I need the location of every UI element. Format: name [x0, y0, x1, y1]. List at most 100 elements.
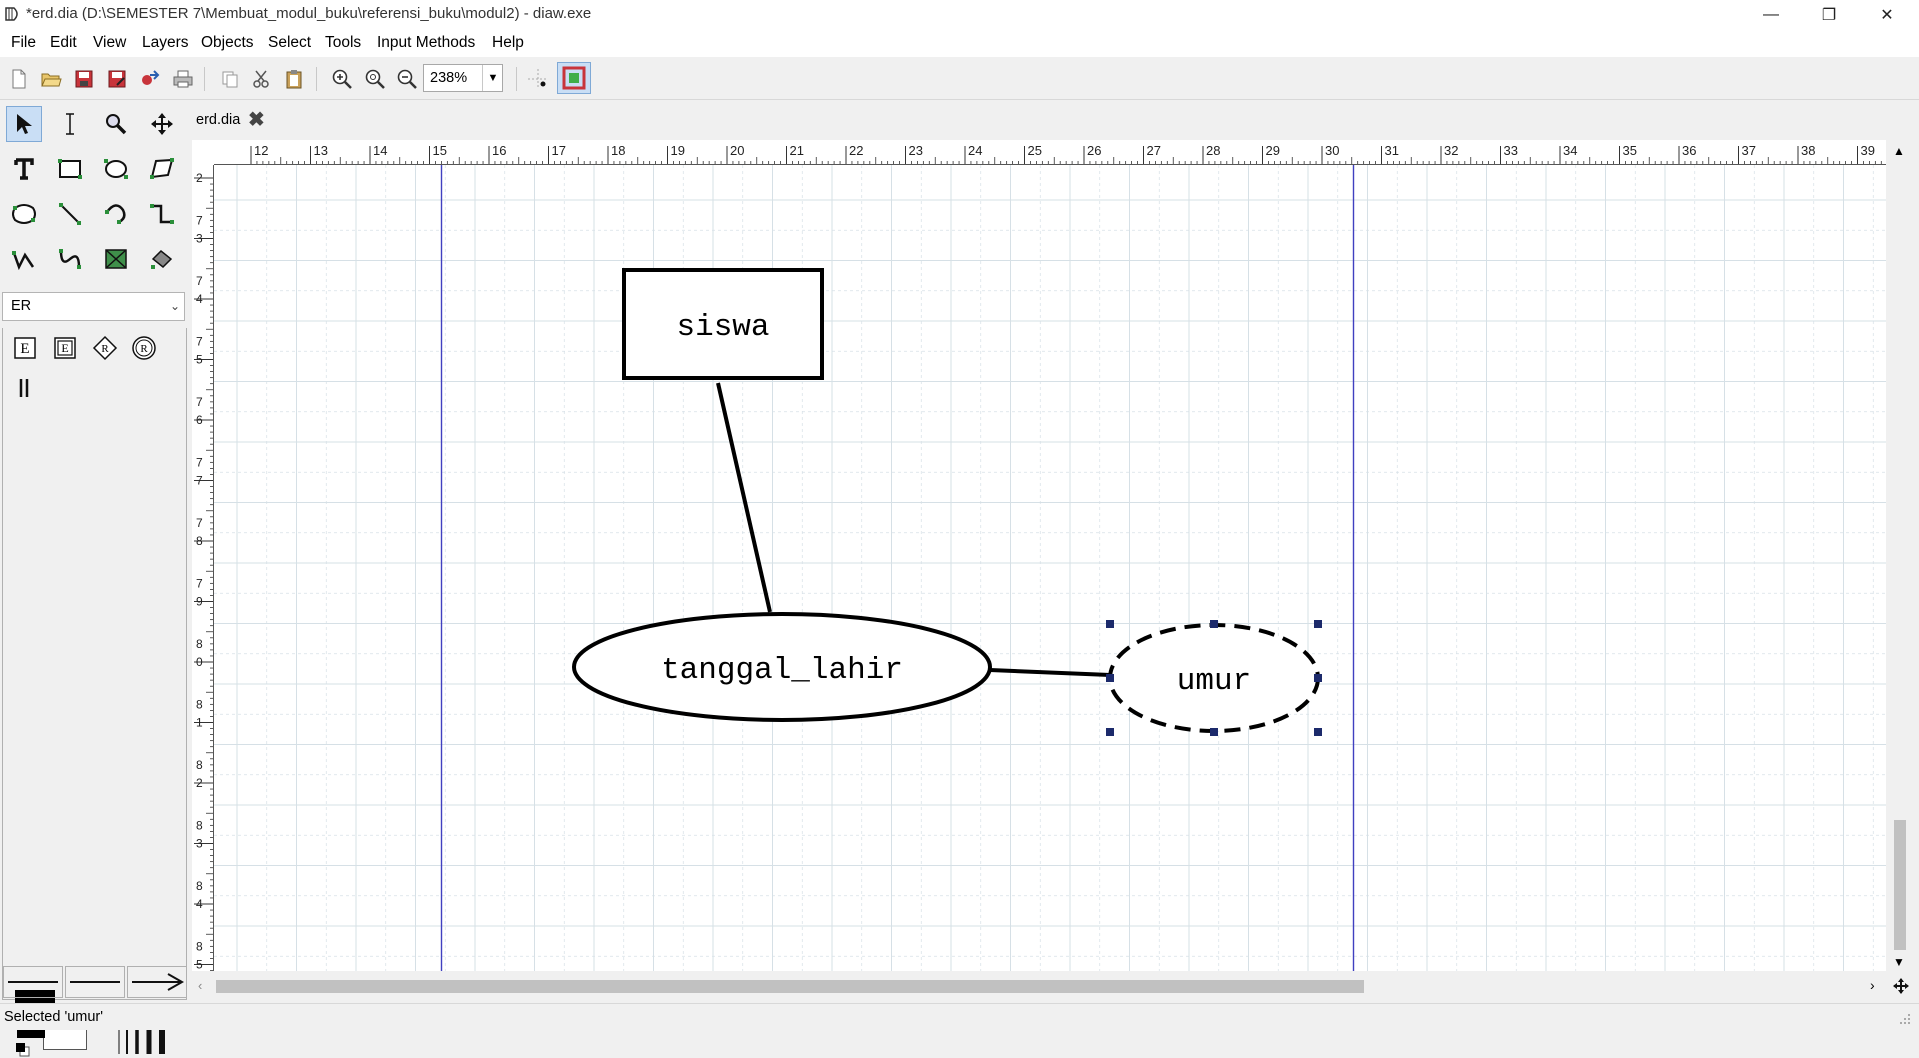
save-button[interactable] [71, 66, 97, 92]
title-bar: *erd.dia (D:\SEMESTER 7\Membuat_modul_bu… [0, 0, 1919, 30]
polygon-tool[interactable] [144, 151, 180, 187]
magnify-tool[interactable] [98, 106, 134, 142]
image-tool[interactable] [98, 241, 134, 277]
close-tab-icon[interactable]: ✖ [248, 107, 265, 132]
horizontal-scrollbar[interactable]: ‹ › [192, 976, 1886, 996]
open-button[interactable] [38, 66, 64, 92]
diagram-canvas[interactable]: siswa tanggal_lahir umur [214, 165, 1886, 971]
start-arrow-selector[interactable] [3, 966, 63, 998]
zigzag-line-tool[interactable] [144, 196, 180, 232]
ruler-label: 9 [196, 595, 203, 609]
window-title: *erd.dia (D:\SEMESTER 7\Membuat_modul_bu… [26, 5, 592, 22]
menu-help[interactable]: Help [492, 34, 524, 52]
dia-app-icon [5, 7, 18, 21]
connection-line[interactable] [989, 668, 1111, 677]
ruler-label: 20 [730, 143, 744, 158]
new-button[interactable] [6, 66, 32, 92]
ruler-label: 19 [671, 143, 685, 158]
ruler-label: 8 [196, 698, 203, 712]
zoom-fit-button[interactable] [362, 66, 388, 92]
zoom-fit-icon [365, 69, 385, 89]
horizontal-scroll-thumb[interactable] [216, 980, 1364, 993]
ruler-label: 8 [196, 819, 203, 833]
menu-tools[interactable]: Tools [325, 34, 361, 52]
bezier-line-tool[interactable] [52, 241, 88, 277]
text-tool[interactable] [6, 151, 42, 187]
entity-siswa[interactable]: siswa [622, 268, 824, 380]
er-weak-entity-letter: E [61, 341, 68, 355]
menu-edit[interactable]: Edit [50, 34, 77, 52]
snap-to-grid-icon [528, 69, 548, 89]
beziergon-tool[interactable] [6, 196, 42, 232]
ruler-label: 23 [909, 143, 923, 158]
status-bar: Selected 'umur' [0, 1003, 1919, 1030]
er-relationship-button[interactable]: R [89, 332, 121, 364]
vertical-scrollbar[interactable]: ▲ ▼ [1888, 140, 1910, 971]
arc-tool[interactable] [98, 196, 134, 232]
polyline-icon [12, 251, 35, 271]
outline-tool[interactable] [144, 241, 180, 277]
ruler-label: 4 [196, 897, 203, 911]
er-weak-entity-button[interactable]: E [49, 332, 81, 364]
print-button[interactable] [170, 66, 196, 92]
line-style-selector[interactable] [65, 966, 125, 998]
er-participation-button[interactable] [9, 372, 41, 404]
maximize-button[interactable]: ❐ [1800, 0, 1858, 30]
menu-select[interactable]: Select [268, 34, 311, 52]
paste-button[interactable] [281, 66, 307, 92]
scroll-right-icon[interactable]: › [1870, 977, 1875, 993]
text-edit-tool[interactable] [52, 106, 88, 142]
derived-attribute-umur[interactable]: umur [1106, 620, 1322, 736]
chevron-down-icon[interactable]: ▼ [482, 65, 503, 91]
menu-layers[interactable]: Layers [142, 34, 189, 52]
derived-attribute-label: umur [1177, 664, 1251, 699]
chevron-down-icon[interactable]: ⌄ [170, 299, 180, 313]
box-tool[interactable] [52, 151, 88, 187]
ruler-label: 3 [196, 837, 203, 851]
resize-grip-icon[interactable] [1898, 1012, 1912, 1026]
ruler-label: 33 [1504, 143, 1518, 158]
minimize-button[interactable]: — [1742, 0, 1800, 30]
cut-button[interactable] [248, 66, 274, 92]
line-tool[interactable] [52, 196, 88, 232]
er-attribute-button[interactable]: R [128, 332, 160, 364]
zoom-combo[interactable]: 238% ▼ [423, 64, 503, 92]
er-entity-button[interactable]: E [9, 332, 41, 364]
ruler-label: 7 [196, 335, 203, 349]
menu-file[interactable]: File [11, 34, 36, 52]
end-arrow-selector[interactable] [127, 966, 187, 998]
attribute-tanggal-lahir[interactable]: tanggal_lahir [572, 612, 992, 722]
menu-objects[interactable]: Objects [201, 34, 254, 52]
ruler-label: 8 [196, 637, 203, 651]
snap-to-objects-toggle[interactable] [557, 62, 591, 94]
vertical-scroll-thumb[interactable] [1894, 820, 1906, 950]
er-entity-letter: E [20, 341, 29, 357]
menu-view[interactable]: View [93, 34, 126, 52]
scroll-tool[interactable] [144, 106, 180, 142]
ellipse-tool[interactable] [98, 151, 134, 187]
ruler-label: 3 [196, 232, 203, 246]
ruler-label: 7 [196, 395, 203, 409]
connection-line[interactable] [716, 382, 772, 613]
modify-tool[interactable] [6, 106, 42, 142]
scroll-up-icon[interactable]: ▲ [1893, 144, 1905, 158]
tab-label[interactable]: erd.dia [196, 112, 240, 128]
sheet-selector[interactable]: ER ⌄ [2, 292, 185, 321]
snap-to-grid-toggle[interactable] [525, 66, 551, 92]
polyline-tool[interactable] [6, 241, 42, 277]
text-cursor-icon [66, 113, 74, 135]
copy-button[interactable] [217, 66, 243, 92]
zoom-value[interactable]: 238% [430, 70, 467, 86]
save-as-button[interactable] [104, 66, 130, 92]
navigation-crosshair-icon[interactable] [1893, 978, 1909, 994]
zoom-in-button[interactable] [329, 66, 355, 92]
export-button[interactable] [137, 66, 163, 92]
ruler-label: 5 [196, 958, 203, 972]
box-icon [58, 159, 82, 179]
scroll-down-icon[interactable]: ▼ [1893, 955, 1905, 969]
menu-input-methods[interactable]: Input Methods [377, 34, 475, 52]
zoom-out-button[interactable] [394, 66, 420, 92]
scroll-left-icon[interactable]: ‹ [198, 978, 202, 993]
close-window-button[interactable]: ✕ [1858, 0, 1916, 30]
default-colors-icon[interactable] [15, 1042, 31, 1058]
